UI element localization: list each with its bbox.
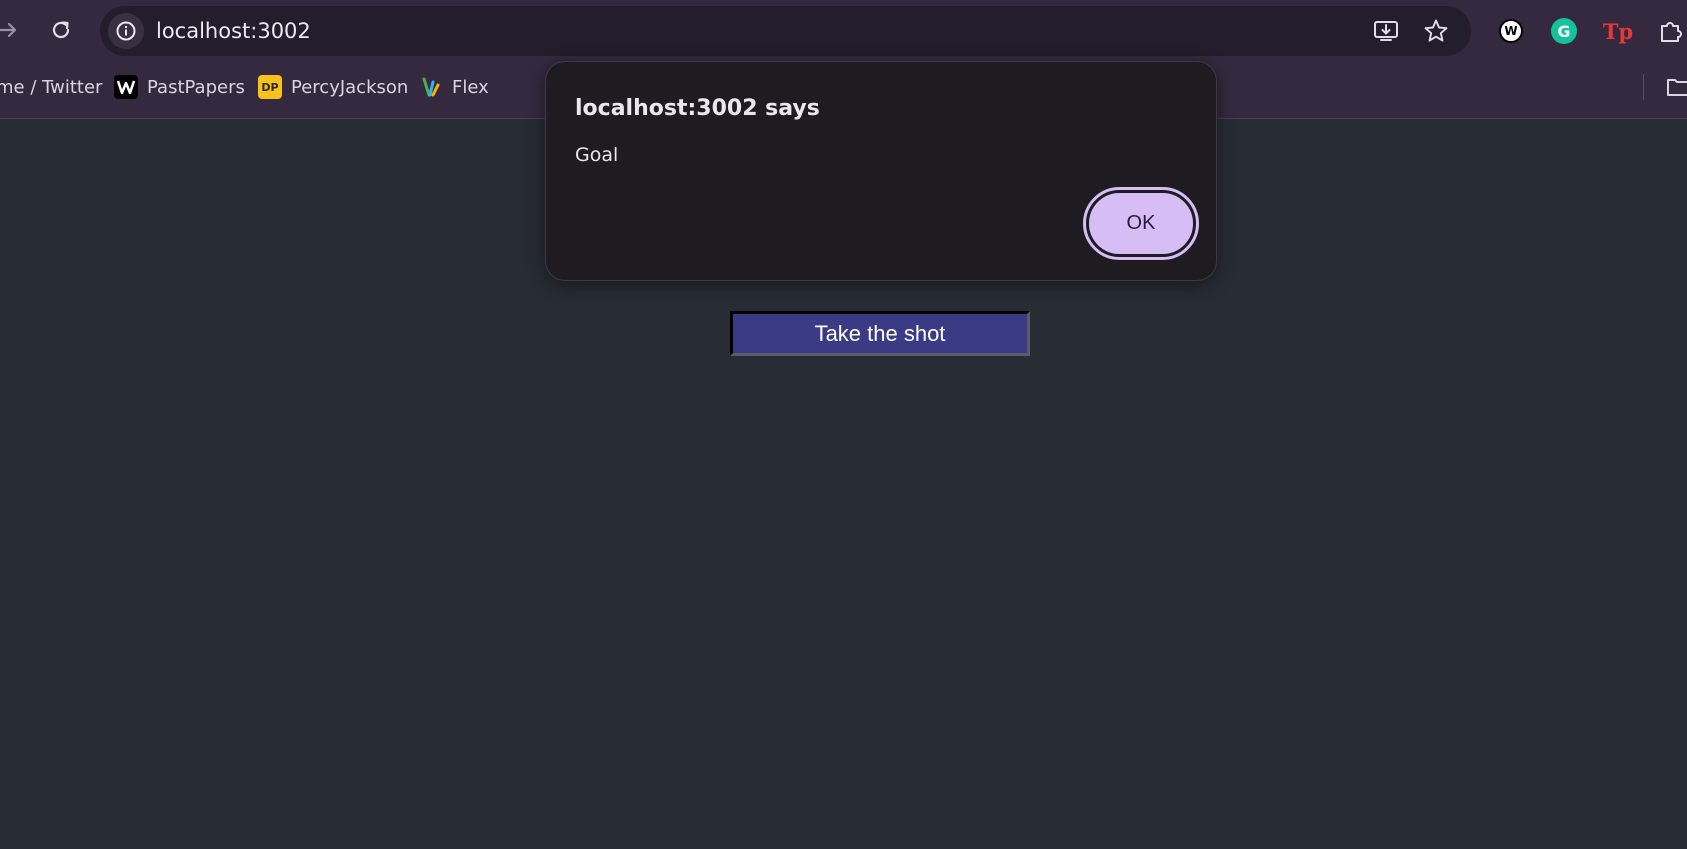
- reload-button[interactable]: [43, 12, 79, 48]
- bookmark-flex[interactable]: Flex: [419, 62, 489, 112]
- dialog-title: localhost:3002 says: [575, 96, 820, 121]
- site-info-button[interactable]: [108, 13, 144, 49]
- browser-toolbar: localhost:3002 W G Tp: [0, 0, 1687, 62]
- bookmark-star-button[interactable]: [1422, 17, 1450, 45]
- dp-icon: DP: [258, 75, 282, 99]
- reload-icon: [52, 21, 70, 39]
- info-icon: [116, 21, 136, 41]
- folder-icon: [1667, 79, 1687, 96]
- bookmark-label: me / Twitter: [0, 76, 103, 98]
- url-text[interactable]: localhost:3002: [156, 6, 311, 56]
- other-bookmarks-folder[interactable]: [1666, 62, 1687, 112]
- pastpapers-icon: [114, 75, 138, 99]
- wordtune-extension[interactable]: W: [1495, 15, 1527, 47]
- star-icon: [1424, 19, 1448, 42]
- bookmarks-separator: [1643, 74, 1644, 100]
- address-bar[interactable]: localhost:3002: [100, 6, 1471, 56]
- flex-icon: [419, 75, 443, 99]
- tp-icon: Tp: [1602, 18, 1634, 44]
- extensions-button[interactable]: [1655, 15, 1687, 47]
- ok-button[interactable]: OK: [1083, 187, 1199, 260]
- dialog-message: Goal: [575, 144, 619, 166]
- grammarly-icon: G: [1551, 18, 1577, 44]
- wordtune-icon: W: [1499, 19, 1523, 43]
- tp-extension[interactable]: Tp: [1602, 15, 1634, 47]
- install-app-icon: [1374, 21, 1398, 41]
- arrow-right-icon: [0, 22, 17, 38]
- extensions-puzzle-icon: [1661, 22, 1682, 42]
- bookmark-label: PercyJackson: [291, 76, 409, 98]
- alert-dialog: localhost:3002 says Goal OK: [545, 61, 1217, 281]
- bookmark-percyjackson[interactable]: DP PercyJackson: [258, 62, 408, 112]
- bookmark-pastpapers[interactable]: PastPapers: [114, 62, 245, 112]
- forward-button[interactable]: [0, 12, 26, 48]
- bookmark-label: PastPapers: [147, 76, 245, 98]
- bookmark-twitter[interactable]: me / Twitter: [0, 62, 102, 112]
- grammarly-extension[interactable]: G: [1548, 15, 1580, 47]
- bookmark-label: Flex: [452, 76, 489, 98]
- install-app-button[interactable]: [1372, 17, 1400, 45]
- take-shot-button[interactable]: Take the shot: [730, 311, 1030, 356]
